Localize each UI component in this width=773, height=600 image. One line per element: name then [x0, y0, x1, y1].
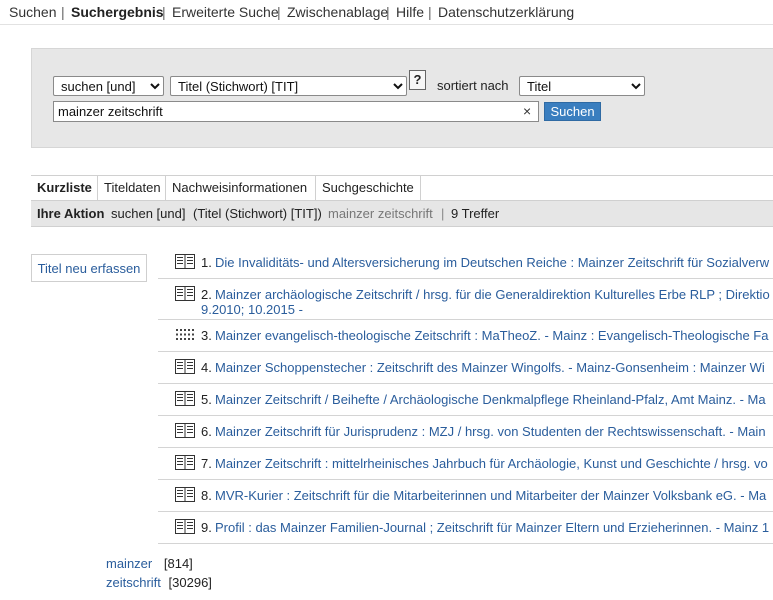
results-list: 1. Die Invaliditäts- und Altersversicher…: [158, 247, 773, 544]
new-title-link[interactable]: Titel neu erfassen: [31, 254, 147, 282]
word-frequency: [814]: [163, 556, 193, 571]
word-count-entry: zeitschrift [30296]: [106, 575, 212, 590]
action-bar: Ihre Aktion suchen [und] (Titel (Stichwo…: [31, 201, 773, 227]
result-title-link[interactable]: MVR-Kurier : Zeitschrift für die Mitarbe…: [215, 488, 766, 503]
result-number: 9.: [201, 520, 212, 535]
word-count-entry: mainzer [814]: [106, 556, 193, 571]
result-row[interactable]: 7. Mainzer Zeitschrift : mittelrheinisch…: [158, 448, 773, 480]
search-input[interactable]: [53, 101, 539, 122]
result-title-link[interactable]: Profil : das Mainzer Familien-Journal ; …: [215, 520, 769, 535]
nav-hilfe[interactable]: Hilfe: [396, 4, 424, 20]
result-title-link[interactable]: Mainzer Zeitschrift : mittelrheinisches …: [215, 456, 768, 471]
book-icon: [175, 423, 195, 438]
nav-erweiterte-suche[interactable]: Erweiterte Suche: [172, 4, 279, 20]
book-icon: [175, 359, 195, 374]
result-row[interactable]: 1. Die Invaliditäts- und Altersversicher…: [158, 247, 773, 279]
nav-datenschutz[interactable]: Datenschutzerklärung: [438, 4, 574, 20]
result-number: 3.: [201, 328, 212, 343]
result-number: 5.: [201, 392, 212, 407]
word-frequency: [30296]: [168, 575, 212, 590]
result-title-link[interactable]: Mainzer archäologische Zeitschrift / hrs…: [215, 287, 770, 302]
nav-zwischenablage[interactable]: Zwischenablage: [287, 4, 388, 20]
result-title-link[interactable]: Mainzer Schoppenstecher : Zeitschrift de…: [215, 360, 765, 375]
tab-suchgeschichte[interactable]: Suchgeschichte: [316, 176, 421, 200]
book-icon: [175, 487, 195, 502]
action-query: mainzer zeitschrift: [328, 206, 433, 221]
nav-separator: |: [428, 4, 432, 20]
action-separator: |: [441, 206, 445, 221]
result-holdings[interactable]: 9.2010; 10.2015 -: [201, 302, 303, 317]
operator-select[interactable]: suchen [und]: [53, 76, 164, 96]
result-number: 7.: [201, 456, 212, 471]
action-label: Ihre Aktion: [37, 206, 105, 221]
book-icon: [175, 519, 195, 534]
result-tabs: Kurzliste Titeldaten Nachweisinformation…: [31, 175, 773, 201]
result-row[interactable]: 5. Mainzer Zeitschrift / Beihefte / Arch…: [158, 384, 773, 416]
sort-select[interactable]: Titel: [519, 76, 645, 96]
result-title-link[interactable]: Mainzer Zeitschrift für Jurisprudenz : M…: [215, 424, 766, 439]
result-row[interactable]: 9. Profil : das Mainzer Familien-Journal…: [158, 512, 773, 544]
search-button[interactable]: Suchen: [544, 102, 601, 121]
nav-suchergebnis[interactable]: Suchergebnis: [71, 4, 164, 20]
word-link[interactable]: zeitschrift: [106, 575, 161, 590]
result-title-link[interactable]: Mainzer evangelisch-theologische Zeitsch…: [215, 328, 768, 343]
action-operator: suchen [und]: [111, 206, 186, 221]
tab-kurzliste[interactable]: Kurzliste: [31, 176, 98, 200]
result-number: 1.: [201, 255, 212, 270]
book-icon: [175, 254, 195, 269]
online-resource-icon: [176, 329, 194, 340]
nav-suchen[interactable]: Suchen: [9, 4, 56, 20]
help-button[interactable]: ?: [409, 70, 426, 90]
tab-nachweisinformationen[interactable]: Nachweisinformationen: [166, 176, 316, 200]
word-link[interactable]: mainzer: [106, 556, 152, 571]
nav-separator: |: [61, 4, 65, 20]
result-row[interactable]: 4. Mainzer Schoppenstecher : Zeitschrift…: [158, 352, 773, 384]
result-number: 2.: [201, 287, 212, 302]
field-select[interactable]: Titel (Stichwort) [TIT]: [170, 76, 407, 96]
clear-icon[interactable]: ×: [523, 103, 531, 119]
result-row[interactable]: 2. Mainzer archäologische Zeitschrift / …: [158, 279, 773, 320]
book-icon: [175, 286, 195, 301]
book-icon: [175, 391, 195, 406]
result-number: 8.: [201, 488, 212, 503]
result-title-link[interactable]: Die Invaliditäts- und Altersversicherung…: [215, 255, 769, 270]
top-navigation: Suchen | Suchergebnis | Erweiterte Suche…: [0, 0, 773, 25]
result-title-link[interactable]: Mainzer Zeitschrift / Beihefte / Archäol…: [215, 392, 766, 407]
hit-count: 9 Treffer: [451, 206, 500, 221]
tab-titeldaten[interactable]: Titeldaten: [98, 176, 166, 200]
result-number: 6.: [201, 424, 212, 439]
sort-label: sortiert nach: [437, 78, 509, 93]
result-number: 4.: [201, 360, 212, 375]
book-icon: [175, 455, 195, 470]
result-row[interactable]: 8. MVR-Kurier : Zeitschrift für die Mita…: [158, 480, 773, 512]
nav-separator: |: [277, 4, 281, 20]
result-row[interactable]: 3. Mainzer evangelisch-theologische Zeit…: [158, 320, 773, 352]
nav-separator: |: [386, 4, 390, 20]
result-row[interactable]: 6. Mainzer Zeitschrift für Jurisprudenz …: [158, 416, 773, 448]
nav-separator: |: [162, 4, 166, 20]
search-panel: [31, 48, 773, 148]
action-field: (Titel (Stichwort) [TIT]): [193, 206, 322, 221]
